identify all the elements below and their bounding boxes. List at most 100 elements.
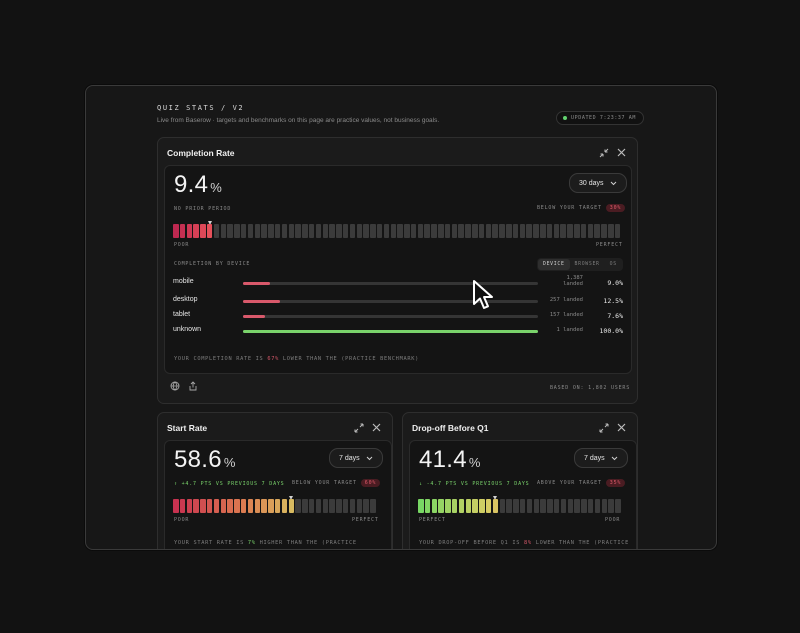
collapse-icon[interactable] [598,147,609,158]
meter-segment [220,499,227,513]
device-landed: 157 landed [549,312,583,318]
meter-segment [553,499,560,513]
card-title: Completion Rate [167,148,235,158]
meter-segment [173,499,179,513]
meter-segment [458,224,464,238]
meter-segment [274,224,281,238]
meter-segment [213,224,220,238]
period-dropdown[interactable]: 7 days [574,448,628,468]
prior-period-label: NO PRIOR PERIOD [174,206,232,212]
device-bar-fill [243,282,270,285]
meter-segment [349,224,356,238]
meter-segment [288,499,295,513]
device-percent: 12.5% [603,297,623,305]
meter-segment [329,224,335,238]
meter-segment [472,224,478,238]
page-title: QUIZ STATS / V2 [157,104,245,112]
meter-segment [410,224,417,238]
meter-segment [424,499,431,513]
period-dropdown[interactable]: 30 days [569,173,627,193]
card-actions [598,147,627,158]
meter-segment [206,499,213,513]
meter-segment [431,224,437,238]
tab-os[interactable]: OS [605,259,622,270]
meter-segment [533,224,539,238]
meter-segment [478,224,485,238]
meter-segment [540,499,546,513]
meter-segment [485,499,492,513]
scale-low-label: POOR [174,242,190,248]
period-dropdown[interactable]: 7 days [329,448,383,468]
meter-segment [193,499,199,513]
meter-segment [444,224,451,238]
completion-rate-card: Completion Rate 9.4% 30 days NO PRIOR PE… [157,137,638,404]
device-percent: 100.0% [599,327,623,335]
meter-segment [417,224,424,238]
meter-segment [574,499,580,513]
meter-segment [254,499,261,513]
chevron-down-icon [611,456,617,460]
chevron-down-icon [366,456,372,460]
page-subtitle: Live from Baserow · targets and benchmar… [157,117,440,124]
close-icon[interactable] [371,422,382,433]
tab-device[interactable]: DEVICE [538,259,570,270]
globe-icon[interactable] [170,381,180,394]
scale-low-label: PERFECT [419,517,446,523]
meter-segment [370,499,376,513]
device-landed: 257 landed [549,297,583,303]
meter-segment [295,499,301,513]
meter-segment [451,499,458,513]
meter-segment [506,224,512,238]
card-actions [598,422,627,433]
meter-segment [580,224,587,238]
period-label: 30 days [579,179,604,187]
meter-segment [567,224,573,238]
device-landed: 1,387 landed [563,275,583,287]
meter-segment [512,224,519,238]
completion-meter [173,224,621,238]
meter-segment [601,499,608,513]
scale-high-label: PERFECT [352,517,379,523]
device-bar-fill [243,315,266,318]
meter-segment [376,224,383,238]
close-icon[interactable] [616,147,627,158]
device-row-unknown: unknown 1 landed 100.0% [173,326,623,338]
expand-icon[interactable] [353,422,364,433]
updated-badge: UPDATED 7:23:37 AM [556,111,644,125]
expand-icon[interactable] [598,422,609,433]
share-icon[interactable] [188,381,198,394]
device-bar [243,330,538,333]
target-badge: 60% [360,479,381,487]
close-icon[interactable] [616,422,627,433]
scale-high-label: POOR [605,517,621,523]
delta-label: ↑ +4.7 PTS VS PREVIOUS 7 DAYS [174,481,285,487]
meter-segment [492,224,498,238]
meter-segment [519,224,526,238]
start-rate-card: Start Rate 58.6% 7 days ↑ +4.7 PTS VS PR… [157,412,393,549]
meter-segment [485,224,492,238]
meter-segment [193,224,199,238]
target-status: BELOW YOUR TARGET 60% [292,479,381,487]
device-percent: 9.0% [607,279,623,287]
dropoff-panel: 41.4% 7 days ↓ -4.7 PTS VS PREVIOUS 7 DA… [409,440,637,549]
device-bar-fill [243,330,538,333]
meter-segment [615,499,621,513]
meter-segment [240,499,247,513]
meter-segment [383,224,390,238]
updated-text: UPDATED 7:23:37 AM [571,115,636,121]
meter-segment [608,499,614,513]
device-row-tablet: tablet 157 landed 7.6% [173,311,623,323]
meter-segment [513,499,519,513]
meter-segment [499,499,506,513]
scale-low-label: POOR [174,517,190,523]
completion-panel: 9.4% 30 days NO PRIOR PERIOD BELOW YOUR … [164,165,632,374]
meter-segment [329,499,335,513]
device-name: desktop [173,296,198,303]
meter-segment [560,224,566,238]
tab-browser[interactable]: BROWSER [570,259,605,270]
device-row-desktop: desktop 257 landed 12.5% [173,296,623,308]
meter-segment [254,224,261,238]
meter-segment [342,224,349,238]
meter-segment [438,499,444,513]
meter-segment [424,224,430,238]
